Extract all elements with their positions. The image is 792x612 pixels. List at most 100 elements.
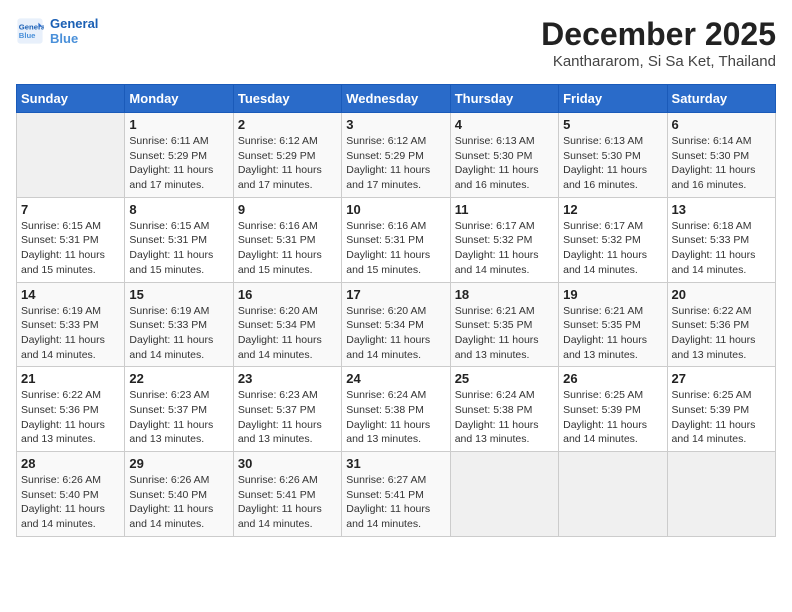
day-info: Sunrise: 6:21 AM Sunset: 5:35 PM Dayligh… xyxy=(563,304,662,363)
day-info: Sunrise: 6:17 AM Sunset: 5:32 PM Dayligh… xyxy=(563,219,662,278)
day-info: Sunrise: 6:23 AM Sunset: 5:37 PM Dayligh… xyxy=(129,388,228,447)
day-info: Sunrise: 6:17 AM Sunset: 5:32 PM Dayligh… xyxy=(455,219,554,278)
day-cell: 10Sunrise: 6:16 AM Sunset: 5:31 PM Dayli… xyxy=(342,197,450,282)
week-row-3: 14 Sunrise: 6:19 AM Sunset: 5:33 PM Dayli… xyxy=(17,282,776,367)
logo-text: General Blue xyxy=(50,16,98,46)
col-header-sunday: Sunday xyxy=(17,85,125,113)
day-number: 14 xyxy=(21,287,120,302)
day-info: Sunrise: 6:25 AM Sunset: 5:39 PM Dayligh… xyxy=(672,388,771,447)
day-info: Sunrise: 6:13 AM Sunset: 5:30 PM Dayligh… xyxy=(455,134,554,193)
day-info: Sunrise: 6:23 AM Sunset: 5:37 PM Dayligh… xyxy=(238,388,337,447)
day-info: Sunrise: 6:19 AM Sunset: 5:33 PM Dayligh… xyxy=(129,304,228,363)
col-header-wednesday: Wednesday xyxy=(342,85,450,113)
day-cell: 3 Sunrise: 6:12 AM Sunset: 5:29 PM Daylig… xyxy=(342,113,450,198)
month-title: December 2025 xyxy=(541,16,776,53)
day-cell: 1Sunrise: 6:11 AM Sunset: 5:29 PM Daylig… xyxy=(125,113,233,198)
day-number: 31 xyxy=(346,456,445,471)
col-header-thursday: Thursday xyxy=(450,85,558,113)
col-header-friday: Friday xyxy=(559,85,667,113)
day-number: 9 xyxy=(238,202,337,217)
day-cell xyxy=(450,452,558,537)
day-info: Sunrise: 6:22 AM Sunset: 5:36 PM Dayligh… xyxy=(672,304,771,363)
day-info: Sunrise: 6:14 AM Sunset: 5:30 PM Dayligh… xyxy=(672,134,771,193)
day-cell xyxy=(559,452,667,537)
day-number: 8 xyxy=(129,202,228,217)
day-cell: 17 Sunrise: 6:20 AM Sunset: 5:34 PM Dayli… xyxy=(342,282,450,367)
day-cell: 18 Sunrise: 6:21 AM Sunset: 5:35 PM Dayli… xyxy=(450,282,558,367)
col-header-tuesday: Tuesday xyxy=(233,85,341,113)
day-info: Sunrise: 6:18 AM Sunset: 5:33 PM Dayligh… xyxy=(672,219,771,278)
day-info: Sunrise: 6:15 AM Sunset: 5:31 PM Dayligh… xyxy=(21,219,120,278)
day-number: 3 xyxy=(346,117,445,132)
day-number: 2 xyxy=(238,117,337,132)
day-number: 26 xyxy=(563,371,662,386)
day-info: Sunrise: 6:24 AM Sunset: 5:38 PM Dayligh… xyxy=(455,388,554,447)
day-cell: 24 Sunrise: 6:24 AM Sunset: 5:38 PM Dayli… xyxy=(342,367,450,452)
day-info: Sunrise: 6:20 AM Sunset: 5:34 PM Dayligh… xyxy=(238,304,337,363)
day-number: 29 xyxy=(129,456,228,471)
day-info: Sunrise: 6:21 AM Sunset: 5:35 PM Dayligh… xyxy=(455,304,554,363)
day-cell xyxy=(17,113,125,198)
day-number: 20 xyxy=(672,287,771,302)
day-info: Sunrise: 6:19 AM Sunset: 5:33 PM Dayligh… xyxy=(21,304,120,363)
day-info: Sunrise: 6:20 AM Sunset: 5:34 PM Dayligh… xyxy=(346,304,445,363)
day-info: Sunrise: 6:26 AM Sunset: 5:40 PM Dayligh… xyxy=(129,473,228,532)
week-row-5: 28Sunrise: 6:26 AM Sunset: 5:40 PM Dayli… xyxy=(17,452,776,537)
day-cell: 11 Sunrise: 6:17 AM Sunset: 5:32 PM Dayli… xyxy=(450,197,558,282)
day-number: 19 xyxy=(563,287,662,302)
day-number: 11 xyxy=(455,202,554,217)
week-row-1: 1Sunrise: 6:11 AM Sunset: 5:29 PM Daylig… xyxy=(17,113,776,198)
day-cell: 27Sunrise: 6:25 AM Sunset: 5:39 PM Dayli… xyxy=(667,367,775,452)
week-row-2: 7 Sunrise: 6:15 AM Sunset: 5:31 PM Daylig… xyxy=(17,197,776,282)
day-number: 6 xyxy=(672,117,771,132)
day-cell xyxy=(667,452,775,537)
day-number: 23 xyxy=(238,371,337,386)
day-number: 13 xyxy=(672,202,771,217)
day-info: Sunrise: 6:15 AM Sunset: 5:31 PM Dayligh… xyxy=(129,219,228,278)
day-cell: 23 Sunrise: 6:23 AM Sunset: 5:37 PM Dayli… xyxy=(233,367,341,452)
day-number: 18 xyxy=(455,287,554,302)
top-row: General Blue General Blue December 2025 … xyxy=(16,16,776,78)
day-cell: 14 Sunrise: 6:19 AM Sunset: 5:33 PM Dayli… xyxy=(17,282,125,367)
day-cell: 16Sunrise: 6:20 AM Sunset: 5:34 PM Dayli… xyxy=(233,282,341,367)
day-number: 17 xyxy=(346,287,445,302)
day-number: 15 xyxy=(129,287,228,302)
day-info: Sunrise: 6:12 AM Sunset: 5:29 PM Dayligh… xyxy=(346,134,445,193)
day-number: 30 xyxy=(238,456,337,471)
day-cell: 21Sunrise: 6:22 AM Sunset: 5:36 PM Dayli… xyxy=(17,367,125,452)
day-cell: 4Sunrise: 6:13 AM Sunset: 5:30 PM Daylig… xyxy=(450,113,558,198)
day-number: 7 xyxy=(21,202,120,217)
day-cell: 12 Sunrise: 6:17 AM Sunset: 5:32 PM Dayli… xyxy=(559,197,667,282)
day-cell: 29 Sunrise: 6:26 AM Sunset: 5:40 PM Dayli… xyxy=(125,452,233,537)
day-cell: 6 Sunrise: 6:14 AM Sunset: 5:30 PM Daylig… xyxy=(667,113,775,198)
header-row: SundayMondayTuesdayWednesdayThursdayFrid… xyxy=(17,85,776,113)
day-number: 22 xyxy=(129,371,228,386)
day-cell: 25Sunrise: 6:24 AM Sunset: 5:38 PM Dayli… xyxy=(450,367,558,452)
logo-icon: General Blue xyxy=(16,17,44,45)
day-cell: 15 Sunrise: 6:19 AM Sunset: 5:33 PM Dayli… xyxy=(125,282,233,367)
day-info: Sunrise: 6:24 AM Sunset: 5:38 PM Dayligh… xyxy=(346,388,445,447)
day-cell: 20 Sunrise: 6:22 AM Sunset: 5:36 PM Dayli… xyxy=(667,282,775,367)
day-info: Sunrise: 6:26 AM Sunset: 5:41 PM Dayligh… xyxy=(238,473,337,532)
day-number: 5 xyxy=(563,117,662,132)
day-cell: 30 Sunrise: 6:26 AM Sunset: 5:41 PM Dayli… xyxy=(233,452,341,537)
day-info: Sunrise: 6:27 AM Sunset: 5:41 PM Dayligh… xyxy=(346,473,445,532)
calendar-table: SundayMondayTuesdayWednesdayThursdayFrid… xyxy=(16,84,776,537)
svg-text:General: General xyxy=(19,23,44,32)
title-area: December 2025 Kanthararom, Si Sa Ket, Th… xyxy=(541,16,776,70)
day-info: Sunrise: 6:26 AM Sunset: 5:40 PM Dayligh… xyxy=(21,473,120,532)
day-cell: 8 Sunrise: 6:15 AM Sunset: 5:31 PM Daylig… xyxy=(125,197,233,282)
day-info: Sunrise: 6:12 AM Sunset: 5:29 PM Dayligh… xyxy=(238,134,337,193)
day-info: Sunrise: 6:16 AM Sunset: 5:31 PM Dayligh… xyxy=(238,219,337,278)
day-cell: 28Sunrise: 6:26 AM Sunset: 5:40 PM Dayli… xyxy=(17,452,125,537)
day-number: 24 xyxy=(346,371,445,386)
day-info: Sunrise: 6:22 AM Sunset: 5:36 PM Dayligh… xyxy=(21,388,120,447)
day-cell: 22 Sunrise: 6:23 AM Sunset: 5:37 PM Dayli… xyxy=(125,367,233,452)
day-cell: 13 Sunrise: 6:18 AM Sunset: 5:33 PM Dayli… xyxy=(667,197,775,282)
day-cell: 9 Sunrise: 6:16 AM Sunset: 5:31 PM Daylig… xyxy=(233,197,341,282)
day-cell: 19 Sunrise: 6:21 AM Sunset: 5:35 PM Dayli… xyxy=(559,282,667,367)
day-info: Sunrise: 6:25 AM Sunset: 5:39 PM Dayligh… xyxy=(563,388,662,447)
day-cell: 2 Sunrise: 6:12 AM Sunset: 5:29 PM Daylig… xyxy=(233,113,341,198)
svg-text:Blue: Blue xyxy=(19,31,36,40)
day-number: 12 xyxy=(563,202,662,217)
